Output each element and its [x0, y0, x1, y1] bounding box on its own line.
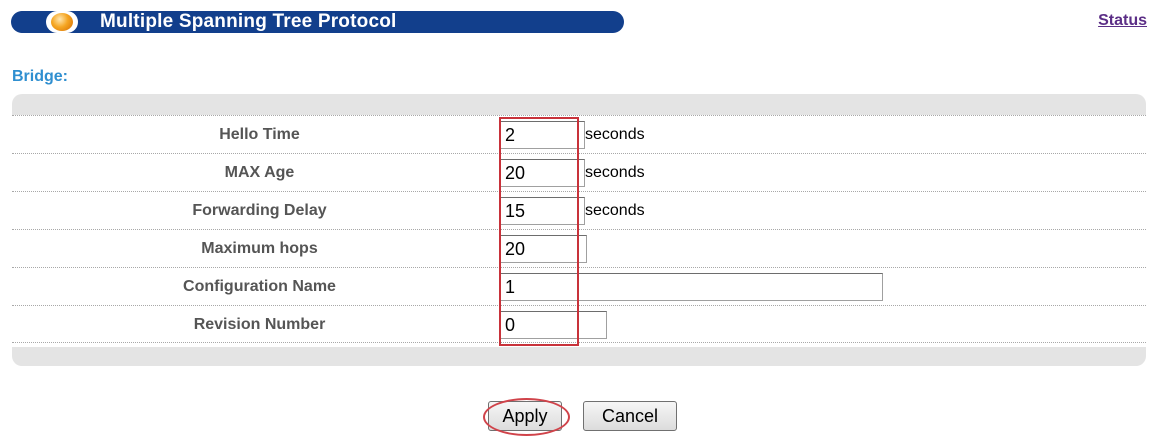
status-link[interactable]: Status — [1098, 12, 1147, 30]
row-hello-time: Hello Time seconds — [12, 115, 1146, 153]
configuration-name-input[interactable] — [500, 273, 883, 301]
title-bar-left-cap — [11, 11, 37, 33]
title-bar: Multiple Spanning Tree Protocol — [11, 11, 624, 33]
revision-number-label: Revision Number — [193, 316, 326, 333]
forwarding-delay-input[interactable] — [500, 197, 585, 225]
max-age-input[interactable] — [500, 159, 585, 187]
bridge-settings-panel: Hello Time seconds MAX Age seconds Forwa… — [12, 94, 1146, 366]
maximum-hops-input[interactable] — [500, 235, 587, 263]
maximum-hops-label: Maximum hops — [201, 240, 318, 257]
page-title: Multiple Spanning Tree Protocol — [100, 11, 397, 32]
max-age-unit: seconds — [585, 164, 645, 181]
row-revision-number: Revision Number — [12, 305, 1146, 343]
row-max-age: MAX Age seconds — [12, 153, 1146, 191]
revision-number-input[interactable] — [500, 311, 607, 339]
cancel-button[interactable]: Cancel — [583, 401, 677, 431]
orange-orb-icon — [51, 13, 73, 31]
hello-time-unit: seconds — [585, 126, 645, 143]
hello-time-input[interactable] — [500, 121, 585, 149]
apply-button[interactable]: Apply — [488, 401, 562, 431]
max-age-label: MAX Age — [224, 164, 295, 181]
row-forwarding-delay: Forwarding Delay seconds — [12, 191, 1146, 229]
configuration-name-label: Configuration Name — [183, 278, 336, 295]
forwarding-delay-label: Forwarding Delay — [192, 202, 327, 219]
section-title: Bridge: — [12, 68, 68, 85]
hello-time-label: Hello Time — [219, 126, 300, 143]
settings-table: Hello Time seconds MAX Age seconds Forwa… — [12, 115, 1146, 347]
forwarding-delay-unit: seconds — [585, 202, 645, 219]
row-configuration-name: Configuration Name — [12, 267, 1146, 305]
row-maximum-hops: Maximum hops — [12, 229, 1146, 267]
